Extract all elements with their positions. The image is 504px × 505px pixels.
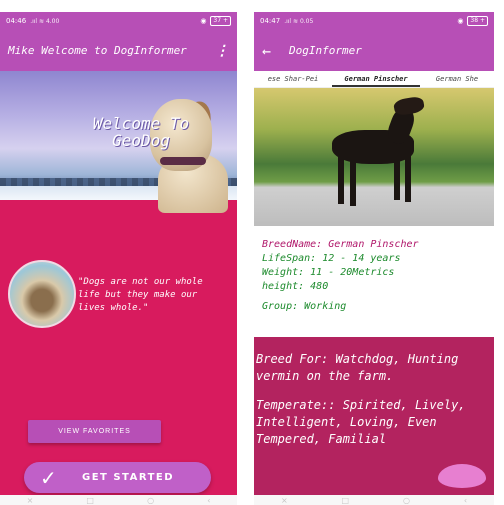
- breed-info: BreedName: German Pinscher LifeSpan: 12 …: [262, 238, 486, 314]
- dog-leg: [350, 156, 356, 206]
- app-bar: Mike Welcome to DogInformer ⋮: [0, 30, 237, 71]
- nav-more-icon[interactable]: ×: [27, 496, 34, 505]
- temperament-text: Temperate:: Spirited, Lively, Intelligen…: [256, 398, 466, 446]
- dog-avatar: [8, 260, 76, 328]
- status-time: 04:46: [6, 17, 27, 25]
- status-bar: 04:46 .ııl ≋ 4.00 ◉ 37 +: [0, 12, 237, 30]
- nav-home-icon[interactable]: ○: [403, 496, 410, 505]
- dog-collar: [160, 157, 206, 165]
- nav-back-icon[interactable]: ‹: [207, 496, 210, 505]
- get-started-button[interactable]: ✓ GET STARTED: [24, 462, 211, 493]
- bred-for-text: Breed For: Watchdog, Hunting vermin on t…: [256, 352, 459, 383]
- status-bar: 04:47 .ııl ≋ 0.05 ◉ 38 +: [254, 12, 494, 30]
- dog-leg: [394, 150, 400, 200]
- tab-shar-pei[interactable]: ese Shar-Pei: [254, 71, 332, 87]
- overflow-menu-icon[interactable]: ⋮: [215, 43, 229, 59]
- nav-recent-icon[interactable]: □: [86, 496, 94, 505]
- breed-height: height: 480: [262, 281, 329, 292]
- check-icon: ✓: [40, 465, 57, 490]
- app-title: Mike Welcome to DogInformer: [8, 44, 187, 57]
- view-favorites-button[interactable]: VIEW FAVORITES: [28, 420, 161, 443]
- signal-icon: .ııl ≋ 0.05: [284, 17, 314, 25]
- dog-leg: [405, 152, 411, 202]
- dog-head: [392, 95, 426, 117]
- breed-photo: [254, 88, 494, 226]
- breed-weight: Weight: 11 - 20Metrics: [262, 267, 395, 278]
- hero-banner: Welcome To GeoDog: [0, 71, 237, 213]
- app-title: DogInformer: [289, 44, 362, 57]
- tab-german-shepherd[interactable]: German She: [420, 71, 494, 87]
- welcome-screen: 04:46 .ııl ≋ 4.00 ◉ 37 + Mike Welcome to…: [0, 12, 237, 505]
- battery-icon: 37 +: [210, 16, 231, 26]
- alarm-icon: ◉: [457, 17, 464, 25]
- battery-icon: 38 +: [467, 16, 488, 26]
- nav-more-icon[interactable]: ×: [281, 496, 288, 505]
- signal-icon: .ııl ≋ 4.00: [30, 17, 60, 25]
- breed-detail-screen: 04:47 .ııl ≋ 0.05 ◉ 38 + ← DogInformer e…: [254, 12, 494, 505]
- breed-group: Group: Working: [262, 301, 347, 312]
- get-started-label: GET STARTED: [82, 472, 175, 483]
- breed-name: BreedName: German Pinscher: [262, 239, 419, 250]
- status-time: 04:47: [260, 17, 281, 25]
- dog-leg: [338, 154, 344, 204]
- back-arrow-icon[interactable]: ←: [262, 42, 271, 60]
- system-nav-bar: × □ ○ ‹: [0, 495, 237, 505]
- app-bar: ← DogInformer: [254, 30, 494, 71]
- system-nav-bar: × □ ○ ‹: [254, 495, 494, 505]
- nav-recent-icon[interactable]: □: [342, 496, 350, 505]
- breed-tabs: ese Shar-Pei German Pinscher German She: [254, 71, 494, 88]
- alarm-icon: ◉: [200, 17, 207, 25]
- quote-text: "Dogs are not our whole life but they ma…: [78, 277, 203, 313]
- tab-german-pinscher[interactable]: German Pinscher: [332, 71, 420, 87]
- nav-home-icon[interactable]: ○: [147, 496, 154, 505]
- favorite-heart-icon[interactable]: [438, 464, 486, 488]
- hero-title: Welcome To GeoDog: [92, 114, 190, 150]
- nav-back-icon[interactable]: ‹: [464, 496, 467, 505]
- breed-lifespan: LifeSpan: 12 - 14 years: [262, 253, 401, 264]
